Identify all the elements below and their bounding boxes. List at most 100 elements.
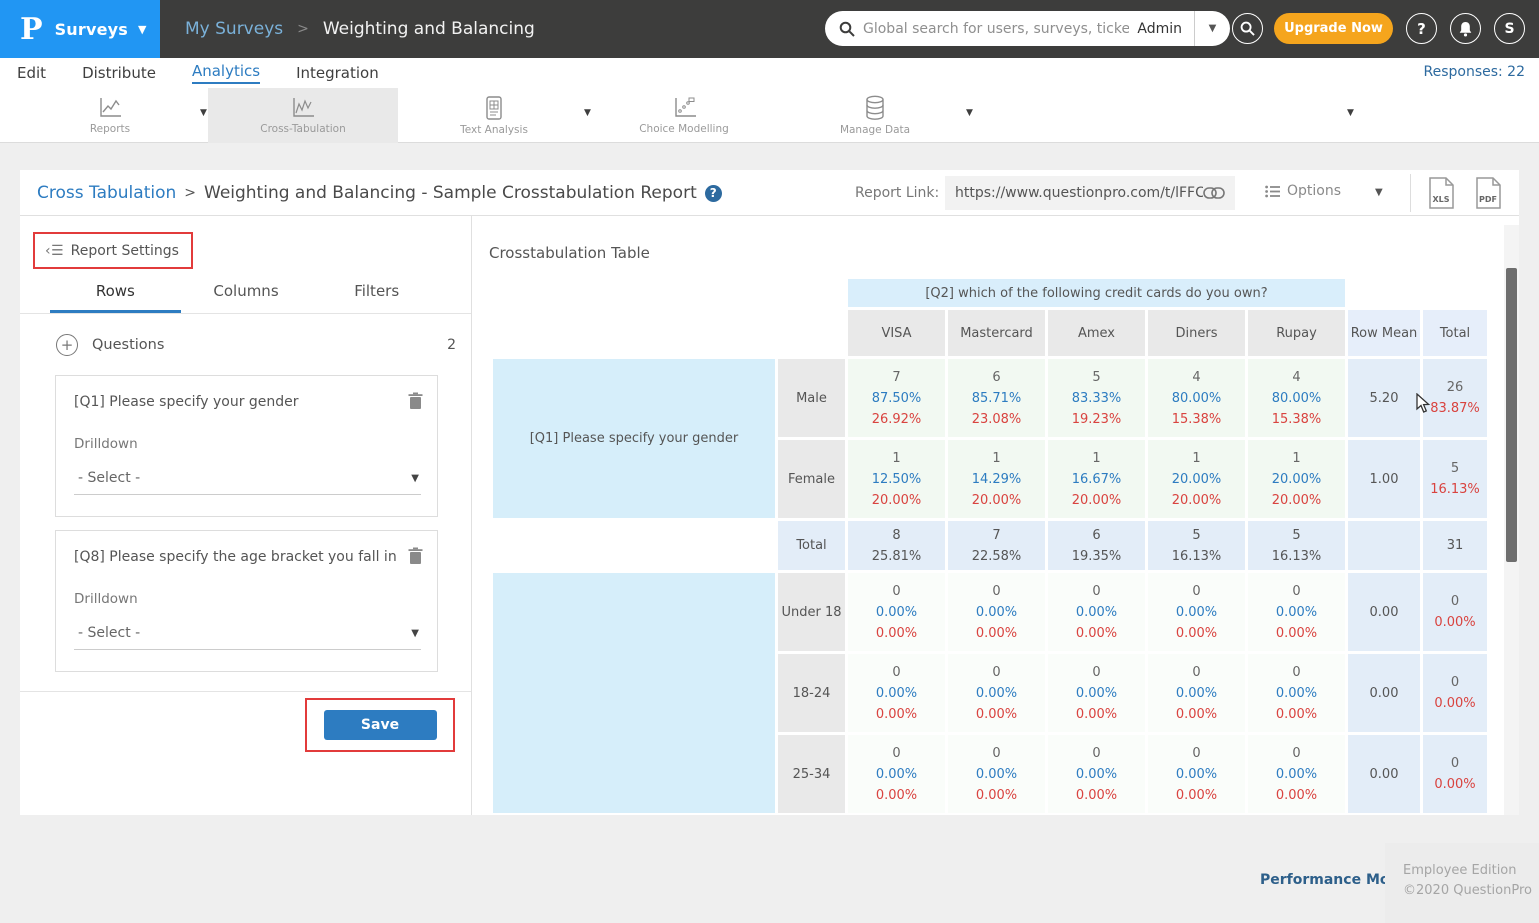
- survey-nav: Edit Distribute Analytics Integration Re…: [0, 58, 1539, 88]
- drilldown-select[interactable]: - Select - ▼: [74, 466, 421, 495]
- save-highlight: Save: [305, 698, 455, 752]
- report-link-url[interactable]: https://www.questionpro.com/t/lFFCZg: [955, 185, 1203, 201]
- chevron-down-icon: ▼: [411, 628, 419, 639]
- report-title: Weighting and Balancing - Sample Crossta…: [204, 183, 697, 203]
- cell-value: 80.00%: [1148, 388, 1245, 409]
- nav-edit[interactable]: Edit: [17, 64, 46, 82]
- cell-value: 0.00%: [948, 683, 1045, 704]
- search-submit-button[interactable]: [1232, 13, 1263, 44]
- crosstab-cell: 00.00%0.00%: [948, 573, 1045, 651]
- export-pdf-button[interactable]: PDF: [1475, 177, 1502, 213]
- cell-value: 0: [1248, 581, 1345, 602]
- question-card-q1: [Q1] Please specify your gender Drilldow…: [55, 375, 438, 517]
- report-settings-button[interactable]: ‹ ☰ Report Settings: [33, 232, 193, 269]
- cell-value: 0.00%: [948, 704, 1045, 725]
- link-icon[interactable]: [1203, 187, 1225, 199]
- cell-value: 0: [848, 743, 945, 764]
- trash-icon[interactable]: [408, 547, 423, 565]
- toolbar-reports[interactable]: Reports ▼: [15, 88, 205, 143]
- search-scope-value[interactable]: Admin: [1137, 21, 1194, 37]
- nav-distribute[interactable]: Distribute: [82, 64, 156, 82]
- crosstab-table: [Q2] which of the following credit cards…: [490, 276, 1490, 815]
- breadcrumb-separator-icon: >: [184, 185, 196, 201]
- trash-icon[interactable]: [408, 392, 423, 410]
- column-question-header: [Q2] which of the following credit cards…: [848, 279, 1345, 307]
- crosstab-cell: 480.00%15.38%: [1148, 359, 1245, 437]
- total-row-label: Total: [778, 521, 845, 570]
- upgrade-now-button[interactable]: Upgrade Now: [1274, 13, 1393, 44]
- cell-value: 0.00%: [948, 602, 1045, 623]
- crosstab-cell: 00.00%0.00%: [848, 573, 945, 651]
- cell-value: 0: [848, 581, 945, 602]
- crosstab-body: [Q1] Please specify your genderMale787.5…: [493, 359, 1487, 813]
- toolbar-reports-label: Reports: [90, 123, 130, 135]
- save-button[interactable]: Save: [324, 710, 437, 740]
- avatar-initial: S: [1504, 21, 1514, 37]
- spacer-cell: [493, 279, 845, 307]
- divider: [20, 691, 471, 692]
- search-scope-dropdown[interactable]: ▼: [1194, 11, 1230, 46]
- nav-integration[interactable]: Integration: [296, 64, 379, 82]
- account-avatar[interactable]: S: [1494, 13, 1525, 44]
- report-card: Cross Tabulation > Weighting and Balanci…: [20, 170, 1519, 815]
- cell-value: 0: [1148, 662, 1245, 683]
- cell-value: 20.00%: [1248, 469, 1345, 490]
- cell-value: 20.00%: [948, 490, 1045, 511]
- toolbar-cross-tabulation[interactable]: Cross-Tabulation ▼: [208, 88, 398, 143]
- cell-value: 0.00%: [1248, 683, 1345, 704]
- total-header: Total: [1423, 310, 1487, 356]
- cell-value: 16.13%: [1148, 546, 1245, 567]
- cross-tabulation-link[interactable]: Cross Tabulation: [37, 183, 176, 203]
- cell-value: 25.81%: [848, 546, 945, 567]
- tab-columns[interactable]: Columns: [181, 282, 312, 313]
- cell-value: 0: [948, 743, 1045, 764]
- add-question-button[interactable]: +: [56, 334, 78, 356]
- toolbar-choice-modelling[interactable]: Choice Modelling ▼: [589, 88, 779, 143]
- cell-value: 0.00%: [948, 785, 1045, 806]
- crosstab-cell: 00.00%0.00%: [948, 654, 1045, 732]
- toolbar-manage-data[interactable]: Manage Data ▼: [780, 88, 970, 143]
- cell-value: 0.00%: [948, 764, 1045, 785]
- export-xls-button[interactable]: XLS: [1428, 177, 1455, 213]
- scrollbar-thumb[interactable]: [1506, 268, 1517, 562]
- drilldown-label: Drilldown: [74, 591, 421, 607]
- cell-value: 0: [948, 662, 1045, 683]
- row-total-cell: 00.00%: [1423, 735, 1487, 813]
- chevron-down-icon: ▼: [138, 23, 146, 36]
- help-button[interactable]: ?: [1406, 13, 1437, 44]
- chevron-down-icon[interactable]: ▼: [1375, 187, 1383, 198]
- options-button[interactable]: Options: [1265, 183, 1341, 199]
- crosstab-cell: 00.00%0.00%: [948, 735, 1045, 813]
- tab-rows[interactable]: Rows: [50, 282, 181, 313]
- cell-value: 0: [1048, 581, 1145, 602]
- row-group-label: [493, 573, 775, 813]
- drilldown-select[interactable]: - Select - ▼: [74, 621, 421, 650]
- question-title: [Q1] Please specify your gender: [74, 394, 404, 410]
- cell-value: 4: [1248, 367, 1345, 388]
- cell-value: 0.00%: [1148, 623, 1245, 644]
- spacer-cell: [1348, 279, 1487, 307]
- global-search-input[interactable]: [855, 21, 1137, 37]
- cell-value: 20.00%: [1248, 490, 1345, 511]
- questions-header: + Questions 2: [56, 330, 456, 360]
- nav-analytics[interactable]: Analytics: [192, 62, 260, 84]
- total-row-mean-cell: [1348, 521, 1420, 570]
- cell-value: 0.00%: [1248, 704, 1345, 725]
- cell-value: 0.00: [1348, 764, 1420, 785]
- breadcrumb-my-surveys[interactable]: My Surveys: [185, 19, 283, 39]
- report-help-icon[interactable]: ?: [705, 185, 722, 202]
- tab-filters[interactable]: Filters: [311, 282, 442, 313]
- cell-value: 15.38%: [1248, 409, 1345, 430]
- chevron-down-icon[interactable]: ▼: [1347, 108, 1354, 118]
- chevron-down-icon[interactable]: ▼: [200, 108, 207, 118]
- surveys-menu[interactable]: P Surveys ▼: [0, 0, 160, 58]
- pdf-label: PDF: [1479, 195, 1497, 204]
- crosstab-cell: 00.00%0.00%: [1248, 654, 1345, 732]
- search-icon: [1240, 21, 1255, 36]
- cell-value: 0.00%: [1148, 704, 1245, 725]
- crosstab-cell: 480.00%15.38%: [1248, 359, 1345, 437]
- toolbar-text-analysis[interactable]: Text Analysis ▼: [399, 88, 589, 143]
- vertical-scrollbar[interactable]: [1504, 225, 1519, 815]
- cell-value: 23.08%: [948, 409, 1045, 430]
- notifications-button[interactable]: [1450, 13, 1481, 44]
